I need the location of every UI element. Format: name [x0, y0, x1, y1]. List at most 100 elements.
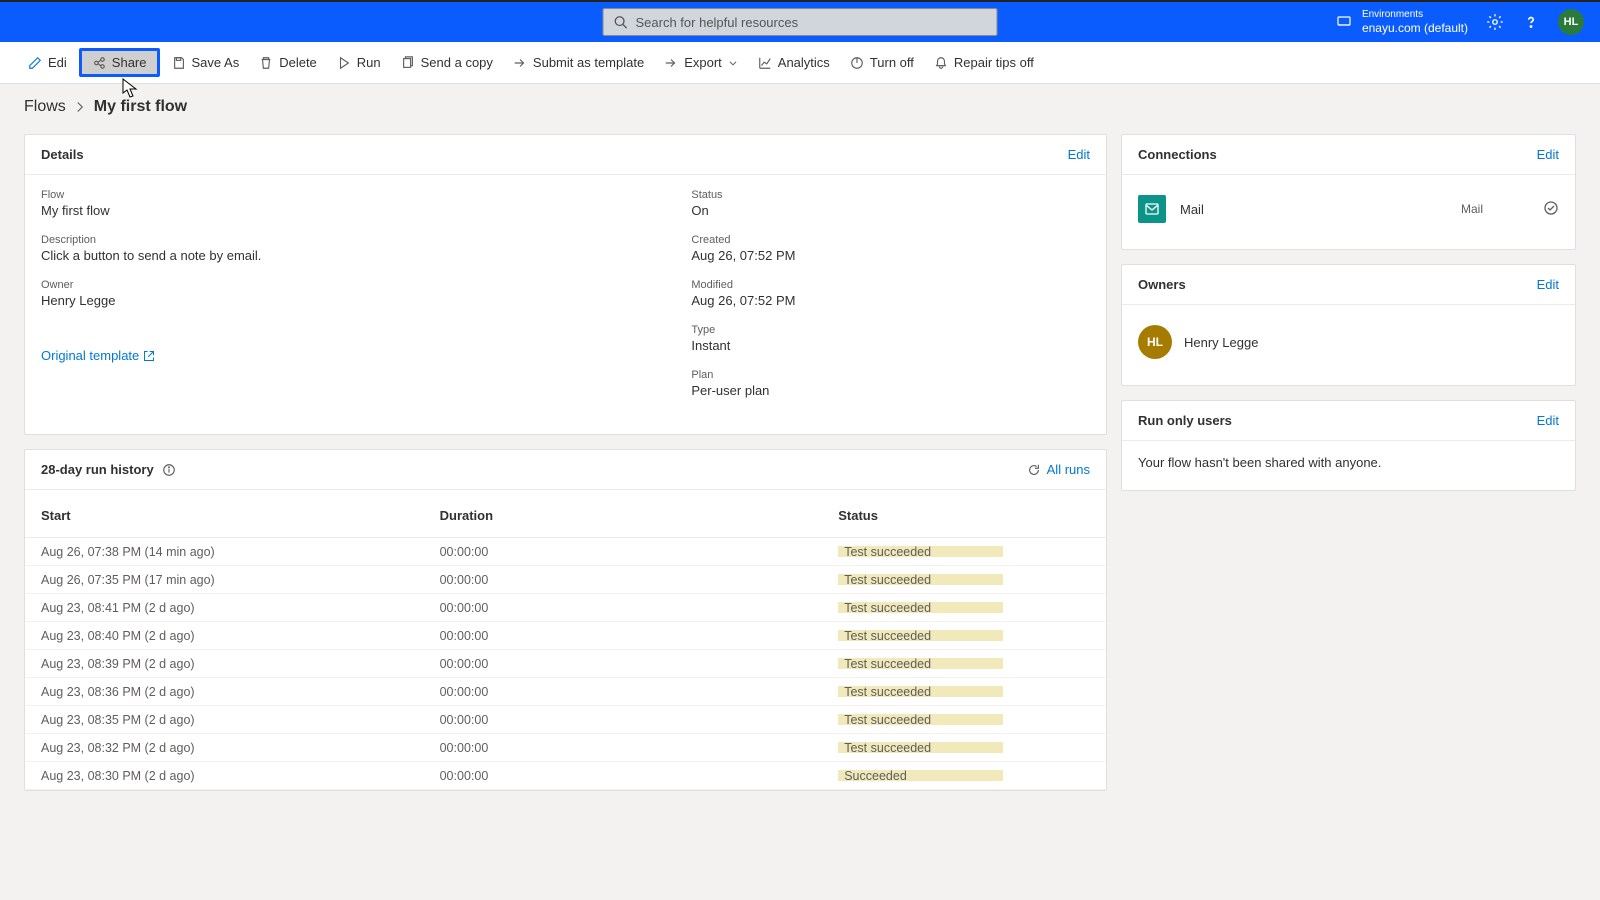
row-duration: 00:00:00 — [440, 713, 839, 727]
table-row[interactable]: Aug 23, 08:30 PM (2 d ago)00:00:00Succee… — [25, 762, 1106, 790]
flow-label: Flow — [41, 189, 691, 201]
delete-button[interactable]: Delete — [251, 49, 325, 76]
table-row[interactable]: Aug 26, 07:38 PM (14 min ago)00:00:00Tes… — [25, 538, 1106, 566]
search-icon — [614, 15, 628, 29]
share-button[interactable]: Share — [79, 48, 160, 77]
top-bar: Search for helpful resources Environment… — [0, 0, 1600, 42]
table-row[interactable]: Aug 23, 08:39 PM (2 d ago)00:00:00Test s… — [25, 650, 1106, 678]
owner-avatar: HL — [1138, 325, 1172, 359]
run-history-card: 28-day run history All runs Start Durati… — [24, 449, 1107, 791]
owners-edit-link[interactable]: Edit — [1537, 277, 1559, 292]
export-icon — [664, 56, 678, 70]
owner-value: Henry Legge — [41, 293, 691, 308]
modified-value: Aug 26, 07:52 PM — [691, 293, 1090, 308]
refresh-icon — [1027, 463, 1041, 477]
run-only-title: Run only users — [1138, 413, 1232, 428]
run-button[interactable]: Run — [329, 49, 389, 76]
user-avatar[interactable]: HL — [1558, 9, 1584, 35]
row-start: Aug 23, 08:35 PM (2 d ago) — [41, 713, 440, 727]
row-duration: 00:00:00 — [440, 657, 839, 671]
repair-tips-button[interactable]: Repair tips off — [926, 49, 1042, 76]
submit-icon — [513, 56, 527, 70]
connection-item[interactable]: Mail Mail — [1138, 189, 1559, 229]
description-label: Description — [41, 234, 691, 246]
flow-value: My first flow — [41, 203, 691, 218]
submit-template-button[interactable]: Submit as template — [505, 49, 652, 76]
row-status: Test succeeded — [838, 686, 1003, 697]
row-duration: 00:00:00 — [440, 769, 839, 783]
plan-label: Plan — [691, 369, 1090, 381]
export-button[interactable]: Export — [656, 49, 746, 76]
description-value: Click a button to send a note by email. — [41, 248, 691, 263]
run-only-edit-link[interactable]: Edit — [1537, 413, 1559, 428]
bell-icon — [934, 56, 948, 70]
delete-icon — [259, 56, 273, 70]
row-duration: 00:00:00 — [440, 685, 839, 699]
environment-name: enayu.com (default) — [1362, 21, 1468, 35]
table-row[interactable]: Aug 26, 07:35 PM (17 min ago)00:00:00Tes… — [25, 566, 1106, 594]
col-status[interactable]: Status — [838, 508, 1090, 523]
col-start[interactable]: Start — [41, 508, 440, 523]
turn-off-button[interactable]: Turn off — [842, 49, 922, 76]
edit-icon — [28, 56, 42, 70]
row-status: Succeeded — [838, 770, 1003, 781]
col-duration[interactable]: Duration — [440, 508, 839, 523]
created-value: Aug 26, 07:52 PM — [691, 248, 1090, 263]
original-template-link[interactable]: Original template — [41, 348, 691, 363]
environment-label: Environments — [1362, 9, 1468, 21]
save-as-button[interactable]: Save As — [164, 49, 248, 76]
all-runs-link[interactable]: All runs — [1027, 462, 1090, 477]
owner-item: HL Henry Legge — [1138, 319, 1559, 365]
breadcrumb-current: My first flow — [94, 98, 187, 116]
details-edit-link[interactable]: Edit — [1068, 147, 1090, 162]
table-row[interactable]: Aug 23, 08:32 PM (2 d ago)00:00:00Test s… — [25, 734, 1106, 762]
row-start: Aug 26, 07:35 PM (17 min ago) — [41, 573, 440, 587]
run-only-empty-text: Your flow hasn't been shared with anyone… — [1138, 455, 1559, 470]
environment-picker[interactable]: Environments enayu.com (default) — [1336, 9, 1468, 35]
breadcrumb-root[interactable]: Flows — [24, 98, 66, 116]
owners-card: Owners Edit HL Henry Legge — [1121, 264, 1576, 386]
command-bar: Edi Share Save As Delete Run Send a copy… — [0, 42, 1600, 84]
status-label: Status — [691, 189, 1090, 201]
table-row[interactable]: Aug 23, 08:35 PM (2 d ago)00:00:00Test s… — [25, 706, 1106, 734]
connections-edit-link[interactable]: Edit — [1537, 147, 1559, 162]
row-start: Aug 23, 08:36 PM (2 d ago) — [41, 685, 440, 699]
save-as-icon — [172, 56, 186, 70]
connection-type: Mail — [1461, 202, 1483, 216]
settings-button[interactable] — [1486, 13, 1504, 31]
check-circle-icon — [1543, 200, 1559, 216]
status-value: On — [691, 203, 1090, 218]
chevron-down-icon — [728, 58, 738, 68]
history-title: 28-day run history — [41, 462, 154, 477]
row-duration: 00:00:00 — [440, 573, 839, 587]
help-button[interactable] — [1522, 13, 1540, 31]
modified-label: Modified — [691, 279, 1090, 291]
search-placeholder: Search for helpful resources — [636, 15, 799, 30]
info-icon — [162, 463, 176, 477]
type-label: Type — [691, 324, 1090, 336]
owner-name: Henry Legge — [1184, 335, 1258, 350]
environment-icon — [1336, 14, 1352, 30]
edit-button[interactable]: Edi — [20, 49, 75, 76]
send-copy-button[interactable]: Send a copy — [393, 49, 501, 76]
play-icon — [337, 56, 351, 70]
row-start: Aug 23, 08:41 PM (2 d ago) — [41, 601, 440, 615]
table-row[interactable]: Aug 23, 08:36 PM (2 d ago)00:00:00Test s… — [25, 678, 1106, 706]
row-status: Test succeeded — [838, 658, 1003, 669]
copy-icon — [401, 56, 415, 70]
type-value: Instant — [691, 338, 1090, 353]
row-status: Test succeeded — [838, 602, 1003, 613]
owners-title: Owners — [1138, 277, 1186, 292]
table-row[interactable]: Aug 23, 08:41 PM (2 d ago)00:00:00Test s… — [25, 594, 1106, 622]
search-input[interactable]: Search for helpful resources — [603, 8, 998, 36]
share-icon — [92, 56, 106, 70]
row-start: Aug 23, 08:30 PM (2 d ago) — [41, 769, 440, 783]
row-status: Test succeeded — [838, 574, 1003, 585]
table-row[interactable]: Aug 23, 08:40 PM (2 d ago)00:00:00Test s… — [25, 622, 1106, 650]
run-only-users-card: Run only users Edit Your flow hasn't bee… — [1121, 400, 1576, 491]
analytics-button[interactable]: Analytics — [750, 49, 838, 76]
row-duration: 00:00:00 — [440, 741, 839, 755]
row-start: Aug 26, 07:38 PM (14 min ago) — [41, 545, 440, 559]
details-title: Details — [41, 147, 84, 162]
power-icon — [850, 56, 864, 70]
